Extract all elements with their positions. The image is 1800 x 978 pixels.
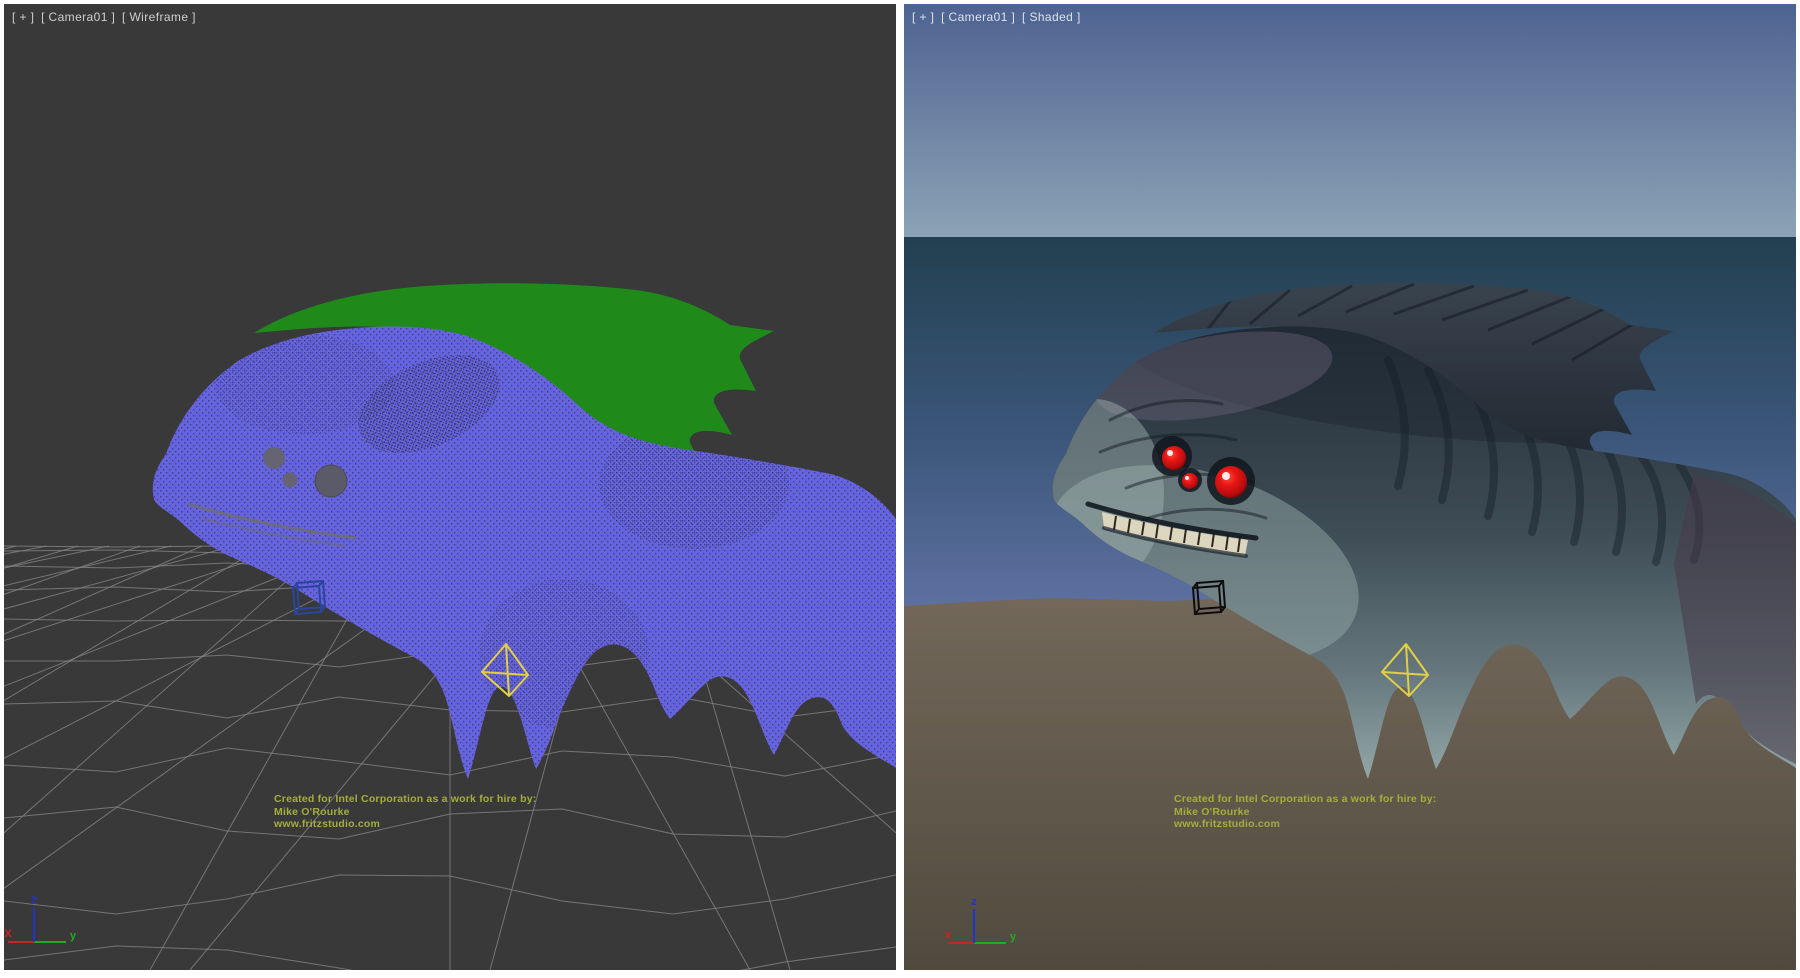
axis-z-label: z	[971, 896, 977, 908]
axis-y-label: y	[70, 930, 77, 942]
viewport-menu-camera[interactable]: [ Camera01 ]	[41, 10, 115, 24]
axis-y-label: y	[1010, 931, 1017, 943]
axis-z-label: Z	[31, 895, 38, 907]
artist-watermark: Created for Intel Corporation as a work …	[1174, 793, 1436, 831]
artist-watermark: Created for Intel Corporation as a work …	[274, 793, 536, 831]
fish-eye-red	[1182, 473, 1198, 489]
viewport-label: [ + ] [ Camera01 ] [ Wireframe ]	[12, 10, 199, 24]
viewport-menu-shading[interactable]: [ Shaded ]	[1022, 10, 1081, 24]
viewport-menu-shading[interactable]: [ Wireframe ]	[122, 10, 196, 24]
viewport-menu-camera[interactable]: [ Camera01 ]	[941, 10, 1015, 24]
axis-x-label: X	[4, 928, 12, 940]
bone-helper-cube[interactable]	[293, 581, 325, 614]
sky-background	[904, 4, 1796, 237]
fish-eye-red	[1215, 466, 1247, 498]
fish-eye-red	[1162, 446, 1186, 470]
fish-eye	[263, 447, 285, 469]
fish-eye	[315, 465, 347, 497]
split-viewport-canvas: { "viewports": { "left": { "label_nav": …	[0, 0, 1800, 978]
viewport-menu-general[interactable]: [ + ]	[912, 10, 934, 24]
fish-eye	[283, 473, 298, 488]
viewport-menu-general[interactable]: [ + ]	[12, 10, 34, 24]
viewport-label: [ + ] [ Camera01 ] [ Shaded ]	[912, 10, 1084, 24]
axis-x-label: x	[945, 929, 952, 941]
viewport-right-shaded[interactable]: x y z [ + ] [ Camera01 ] [ Shaded ] Crea…	[904, 4, 1796, 970]
viewport-left-wireframe[interactable]: X y Z [ + ] [ Camera01 ] [ Wireframe ] C…	[4, 4, 896, 970]
